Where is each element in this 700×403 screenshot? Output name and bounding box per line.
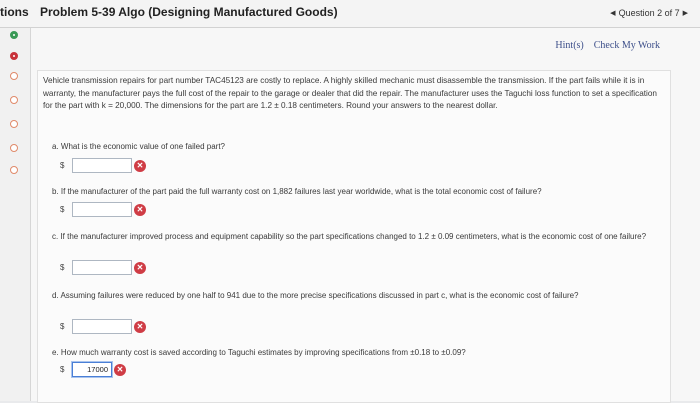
currency-label: $ [60, 161, 65, 170]
help-links: Hint(s) Check My Work [555, 40, 660, 51]
question-5-status-icon[interactable] [10, 120, 18, 128]
currency-label: $ [60, 205, 65, 214]
part-e-question: e. How much warranty cost is saved accor… [52, 348, 466, 357]
part-c-answer-row: $ ✕ [60, 260, 146, 275]
part-d-question: d. Assuming failures were reduced by one… [52, 291, 579, 300]
top-bar: tions Problem 5-39 Algo (Designing Manuf… [0, 0, 700, 28]
currency-label: $ [60, 263, 65, 272]
question-intro: Vehicle transmission repairs for part nu… [43, 76, 657, 110]
question-7-status-icon[interactable] [10, 166, 18, 174]
part-b-input[interactable] [72, 202, 132, 217]
problem-title: Problem 5-39 Algo (Designing Manufacture… [40, 5, 338, 19]
part-a-question: a. What is the economic value of one fai… [52, 142, 225, 151]
question-2-status-icon[interactable] [10, 52, 18, 60]
question-counter: Question 2 of 7 [618, 8, 680, 18]
part-c-question: c. If the manufacturer improved process … [52, 232, 647, 241]
part-e-input[interactable] [72, 362, 112, 377]
currency-label: $ [60, 365, 65, 374]
question-4-status-icon[interactable] [10, 96, 18, 104]
main-content: Hint(s) Check My Work Vehicle transmissi… [31, 28, 700, 403]
part-b-answer-row: $ ✕ [60, 202, 146, 217]
part-b-question: b. If the manufacturer of the part paid … [52, 187, 542, 196]
currency-label: $ [60, 322, 65, 331]
part-e-answer-row: $ ✕ [60, 362, 126, 377]
incorrect-icon: ✕ [114, 363, 126, 376]
question-3-status-icon[interactable] [10, 72, 18, 80]
part-a-answer-row: $ ✕ [60, 158, 146, 173]
check-my-work-link[interactable]: Check My Work [594, 40, 660, 51]
question-panel: Vehicle transmission repairs for part nu… [37, 70, 671, 403]
question-sidebar [0, 28, 31, 401]
incorrect-icon: ✕ [134, 203, 146, 216]
questions-tab[interactable]: tions [0, 5, 29, 19]
incorrect-icon: ✕ [134, 159, 146, 172]
prev-question-icon[interactable]: ◀ [610, 9, 615, 17]
incorrect-icon: ✕ [134, 320, 146, 333]
part-d-answer-row: $ ✕ [60, 319, 146, 334]
question-6-status-icon[interactable] [10, 144, 18, 152]
next-question-icon[interactable]: ▶ [683, 9, 688, 17]
part-a-input[interactable] [72, 158, 132, 173]
question-nav: ◀ Question 2 of 7 ▶ [610, 8, 688, 18]
incorrect-icon: ✕ [134, 261, 146, 274]
question-1-status-icon[interactable] [10, 31, 18, 39]
part-d-input[interactable] [72, 319, 132, 334]
hints-link[interactable]: Hint(s) [555, 40, 583, 51]
part-c-input[interactable] [72, 260, 132, 275]
